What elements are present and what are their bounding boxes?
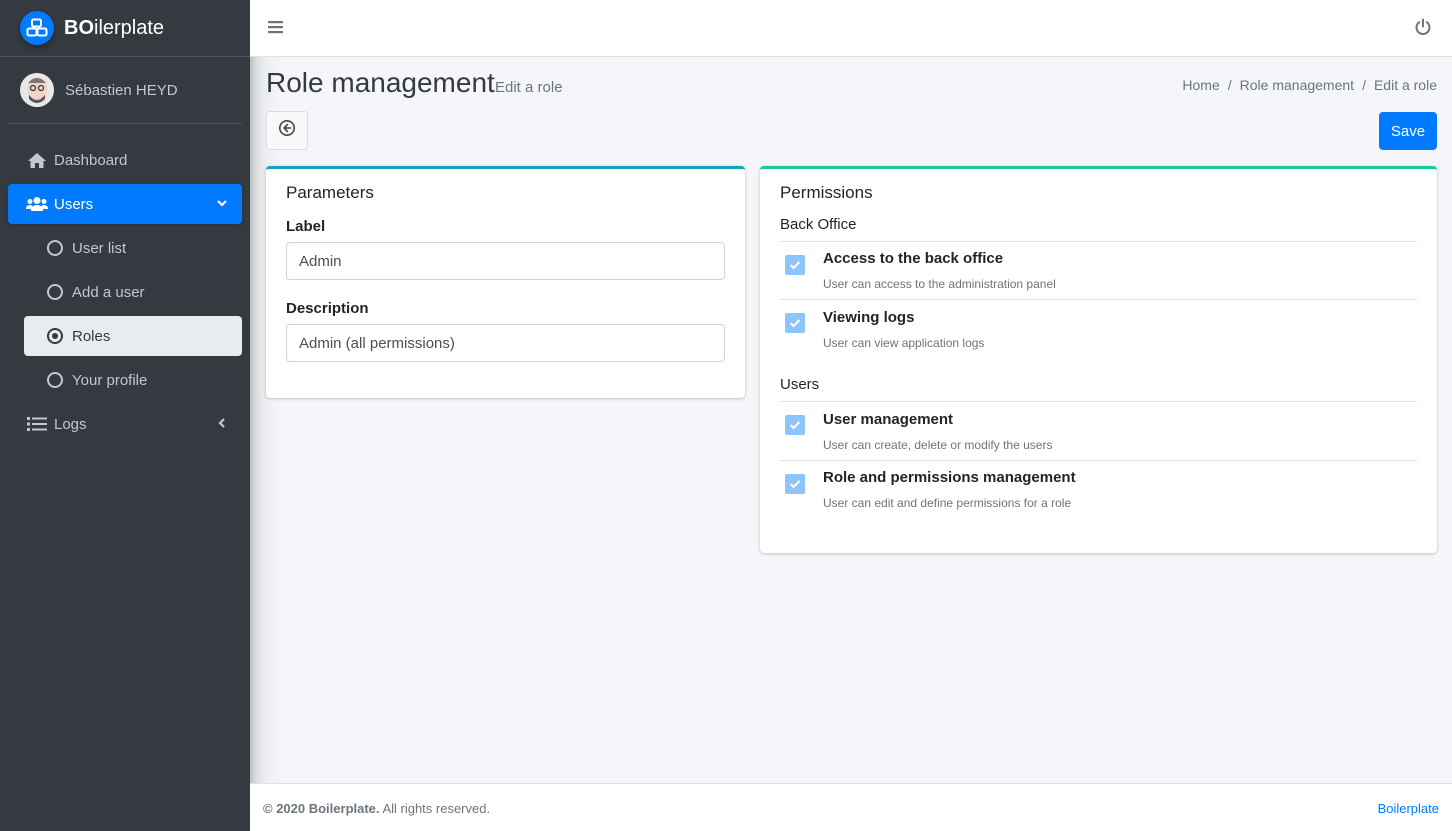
sidebar-item-label: Logs	[54, 415, 87, 433]
power-icon[interactable]	[1414, 18, 1432, 41]
permission-title: Role and permissions management	[823, 469, 1076, 486]
users-icon	[26, 194, 48, 214]
sidebar-item-label: User list	[72, 239, 127, 257]
brand-name: BOilerplate	[64, 16, 165, 39]
permission-checkbox[interactable]	[785, 474, 805, 494]
page-title: Role management	[266, 67, 495, 98]
check-icon	[789, 319, 801, 328]
hamburger-menu-icon[interactable]	[268, 19, 284, 40]
breadcrumb-separator: /	[1362, 77, 1366, 93]
permissions-title: Permissions	[780, 183, 873, 202]
check-icon	[789, 480, 801, 489]
user-panel[interactable]: Sébastien HEYD	[8, 57, 242, 124]
arrow-circle-left-icon	[278, 119, 296, 142]
sidebar-item-user-list[interactable]: User list	[24, 228, 242, 268]
sidebar-item-add-user[interactable]: Add a user	[24, 272, 242, 312]
label-field-label: Label	[286, 218, 326, 235]
permission-item: Viewing logs User can view application l…	[780, 299, 1417, 357]
permission-description: User can create, delete or modify the us…	[823, 438, 1053, 452]
permission-description: User can edit and define permissions for…	[823, 496, 1072, 510]
sidebar-item-label: Users	[54, 195, 94, 213]
footer-copyright: © 2020 Boilerplate. All rights reserved.	[263, 801, 491, 816]
list-icon	[26, 414, 48, 434]
label-input[interactable]	[286, 242, 725, 280]
permission-title: Access to the back office	[823, 250, 1004, 267]
circle-icon	[44, 238, 66, 258]
user-name: Sébastien HEYD	[65, 81, 178, 99]
chevron-left-icon	[216, 416, 228, 433]
permission-description: User can view application logs	[823, 336, 985, 350]
sidebar-item-roles[interactable]: Roles	[24, 316, 242, 356]
sidebar-item-label: Your profile	[72, 371, 148, 389]
page-subtitle: Edit a role	[495, 79, 563, 96]
breadcrumb-current: Edit a role	[1373, 77, 1437, 93]
circle-icon	[44, 370, 66, 390]
permission-checkbox[interactable]	[785, 415, 805, 435]
section-back-office: Back Office	[780, 216, 857, 233]
permission-title: Viewing logs	[823, 309, 915, 326]
top-navbar	[250, 0, 1452, 57]
sidebar-item-logs[interactable]: Logs	[8, 404, 242, 444]
sidebar-item-dashboard[interactable]: Dashboard	[8, 140, 242, 180]
sidebar-item-label: Add a user	[72, 283, 145, 301]
description-input[interactable]	[286, 324, 725, 362]
sidebar-item-label: Roles	[72, 327, 111, 345]
check-icon	[789, 421, 801, 430]
avatar	[20, 73, 54, 107]
permissions-card: Permissions Back Office Access to the ba…	[760, 166, 1437, 553]
chevron-down-icon	[216, 196, 228, 213]
footer: © 2020 Boilerplate. All rights reserved.…	[250, 783, 1452, 831]
breadcrumb: Home / Role management / Edit a role	[1182, 77, 1437, 93]
permission-item: User management User can create, delete …	[780, 401, 1417, 460]
breadcrumb-home[interactable]: Home	[1182, 77, 1219, 93]
parameters-card: Parameters Label Description	[266, 166, 745, 398]
permission-item: Role and permissions management User can…	[780, 460, 1417, 518]
home-icon	[26, 150, 48, 170]
permission-title: User management	[823, 411, 954, 428]
permission-item: Access to the back office User can acces…	[780, 241, 1417, 299]
footer-link[interactable]: Boilerplate	[1378, 801, 1439, 816]
dot-circle-icon	[44, 326, 66, 346]
permission-checkbox[interactable]	[785, 255, 805, 275]
sidebar-item-label: Dashboard	[54, 151, 128, 169]
sidebar-nav: Dashboard Users User list Add a user Rol…	[0, 124, 250, 444]
sidebar-item-your-profile[interactable]: Your profile	[24, 360, 242, 400]
back-button[interactable]	[266, 111, 308, 150]
breadcrumb-role-management[interactable]: Role management	[1240, 77, 1354, 93]
brand-logo-icon	[20, 11, 54, 45]
parameters-title: Parameters	[286, 183, 374, 202]
circle-icon	[44, 282, 66, 302]
check-icon	[789, 261, 801, 270]
permission-description: User can access to the administration pa…	[823, 277, 1056, 291]
permission-checkbox[interactable]	[785, 313, 805, 333]
sidebar: BOilerplate Sébastien HEYD Dashboard Use…	[0, 0, 250, 831]
description-field-label: Description	[286, 300, 369, 317]
sidebar-item-users[interactable]: Users	[8, 184, 242, 224]
save-button[interactable]: Save	[1379, 112, 1437, 150]
breadcrumb-separator: /	[1227, 77, 1232, 93]
brand-link[interactable]: BOilerplate	[0, 0, 250, 57]
section-users: Users	[780, 376, 820, 393]
